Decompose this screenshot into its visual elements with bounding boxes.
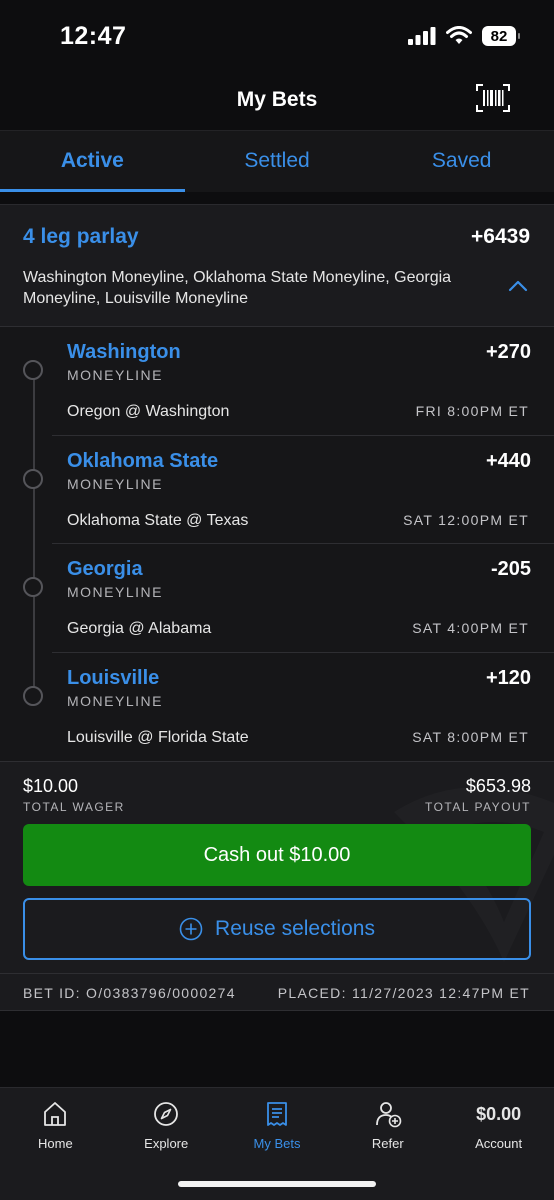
compass-icon <box>154 1102 179 1126</box>
leg-item: Washington MONEYLINE +270 Oregon @ Washi… <box>23 327 554 436</box>
battery-icon: 82 <box>482 26 520 46</box>
chevron-up-icon[interactable] <box>508 279 528 293</box>
leg-type: MONEYLINE <box>67 584 163 600</box>
leg-timeline <box>33 371 35 701</box>
bet-tabs: Active Settled Saved <box>0 130 554 192</box>
bet-meta: BET ID: O/0383796/0000274 PLACED: 11/27/… <box>0 973 554 1011</box>
status-bar: 12:47 82 <box>0 0 554 70</box>
wager-section: $10.00 TOTAL WAGER $653.98 TOTAL PAYOUT … <box>0 761 554 973</box>
leg-matchup: Louisville @ Florida State <box>67 728 249 746</box>
leg-item: Oklahoma State MONEYLINE +440 Oklahoma S… <box>23 436 554 544</box>
total-wager-value: $10.00 <box>23 776 79 796</box>
leg-type: MONEYLINE <box>67 367 163 383</box>
home-icon <box>44 1102 67 1126</box>
status-icons: 82 <box>408 26 520 46</box>
leg-time: SAT 4:00PM ET <box>412 620 529 636</box>
leg-team: Louisville <box>67 666 160 689</box>
leg-odds: -205 <box>490 558 531 580</box>
home-indicator <box>178 1181 376 1187</box>
reuse-selections-button[interactable]: Reuse selections <box>23 898 531 960</box>
leg-item: Louisville MONEYLINE +120 Louisville @ F… <box>23 653 554 762</box>
total-wager-label: TOTAL WAGER <box>23 800 125 814</box>
nav-mybets-label: My Bets <box>253 1136 301 1151</box>
leg-odds: +440 <box>485 449 531 472</box>
divider <box>0 192 554 204</box>
nav-account[interactable]: $0.00 Account <box>443 1088 554 1200</box>
bet-card: 4 leg parlay +6439 Washington Moneyline,… <box>0 204 554 1011</box>
wifi-icon <box>446 26 472 44</box>
nav-refer-label: Refer <box>371 1136 404 1151</box>
tab-settled[interactable]: Settled <box>185 131 370 192</box>
parlay-description: Washington Moneyline, Oklahoma State Mon… <box>23 269 452 307</box>
account-balance: $0.00 <box>476 1104 522 1124</box>
signal-icon <box>408 27 436 45</box>
bet-slip-icon <box>267 1102 287 1126</box>
leg-matchup: Georgia @ Alabama <box>67 620 212 637</box>
battery-level: 82 <box>490 27 508 45</box>
leg-odds: +120 <box>485 666 531 689</box>
nav-account-label: Account <box>475 1136 523 1151</box>
nav-home-label: Home <box>38 1136 73 1151</box>
leg-odds: +270 <box>485 341 531 363</box>
leg-dot <box>23 360 43 380</box>
add-user-icon <box>375 1102 402 1128</box>
parlay-title: 4 leg parlay <box>23 225 139 248</box>
parlay-odds: +6439 <box>471 225 530 248</box>
bet-id: BET ID: O/0383796/0000274 <box>23 985 236 1001</box>
leg-type: MONEYLINE <box>67 692 163 709</box>
reuse-selections-label: Reuse selections <box>215 917 375 940</box>
leg-dot <box>23 577 43 597</box>
leg-time: SAT 8:00PM ET <box>412 728 529 745</box>
status-time: 12:47 <box>60 22 127 50</box>
leg-item: Georgia MONEYLINE -205 Georgia @ Alabama… <box>23 544 554 653</box>
tab-saved[interactable]: Saved <box>369 131 554 192</box>
parlay-header[interactable]: 4 leg parlay +6439 Washington Moneyline,… <box>0 205 554 327</box>
total-payout-label: TOTAL PAYOUT <box>424 800 531 814</box>
leg-dot <box>23 685 43 706</box>
leg-dot <box>23 468 43 489</box>
leg-type: MONEYLINE <box>67 475 163 492</box>
cash-out-button[interactable]: Cash out $10.00 <box>23 824 531 886</box>
total-payout-value: $653.98 <box>465 776 531 796</box>
page-title: My Bets <box>236 88 318 111</box>
nav-explore-label: Explore <box>144 1136 189 1151</box>
leg-matchup: Oregon @ Washington <box>67 403 230 420</box>
leg-time: SAT 12:00PM ET <box>403 511 529 528</box>
header: My Bets <box>0 70 554 130</box>
tab-active[interactable]: Active <box>0 131 185 192</box>
leg-time: FRI 8:00PM ET <box>415 403 529 419</box>
leg-team: Oklahoma State <box>67 449 219 472</box>
leg-team: Georgia <box>67 558 143 580</box>
leg-matchup: Oklahoma State @ Texas <box>67 511 249 529</box>
parlay-legs: Washington MONEYLINE +270 Oregon @ Washi… <box>0 327 554 761</box>
placed-timestamp: PLACED: 11/27/2023 12:47PM ET <box>277 985 530 1001</box>
plus-circle-icon <box>179 917 203 941</box>
barcode-scan-icon[interactable] <box>476 84 510 112</box>
leg-team: Washington <box>67 341 181 363</box>
nav-home[interactable]: Home <box>0 1088 111 1200</box>
